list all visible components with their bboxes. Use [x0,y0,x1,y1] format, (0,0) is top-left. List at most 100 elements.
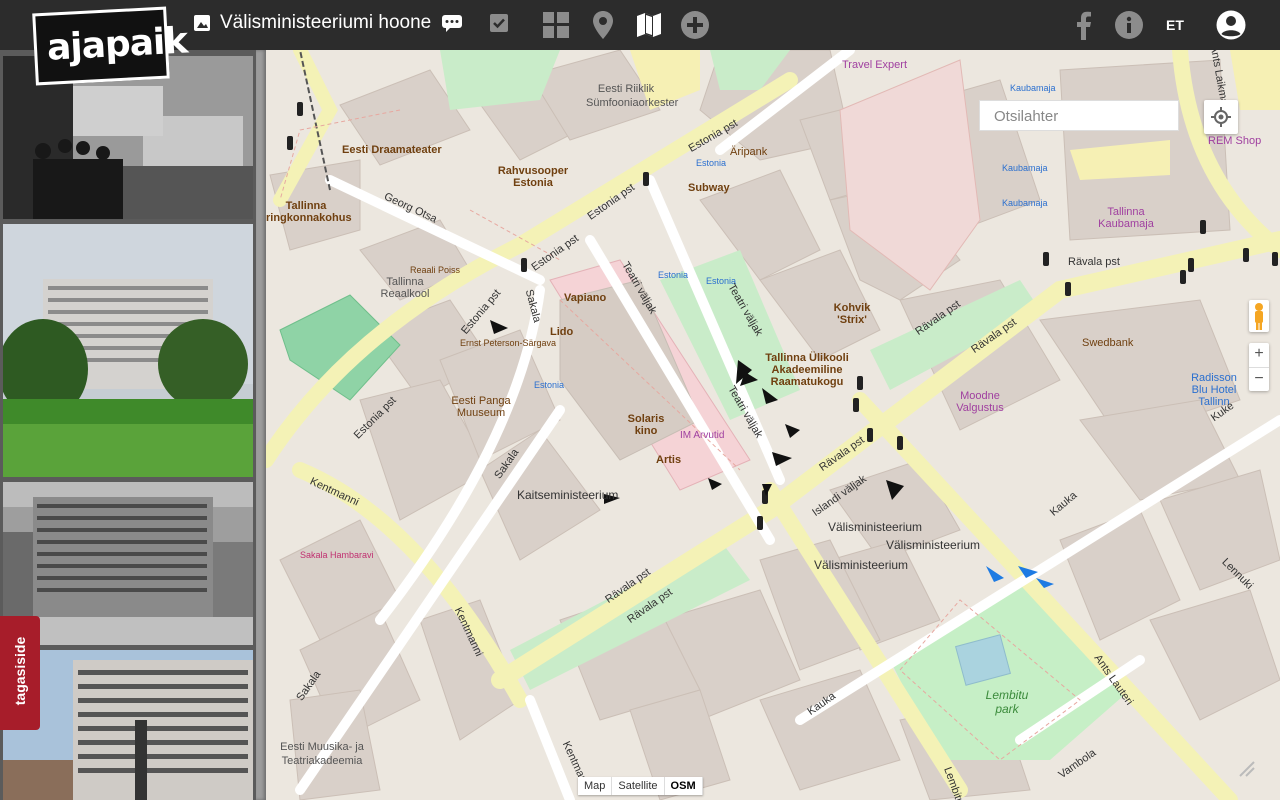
street-label: Estonia pst [351,394,399,442]
zoom-out-button[interactable]: − [1249,368,1269,392]
street-label: Sakala [294,668,324,704]
feedback-tab[interactable]: tagasiside [0,616,40,730]
map-label[interactable]: Tallinna Reaalkool [374,276,436,300]
street-label: Kentmanni [451,605,485,659]
top-bar: Välisministeeriumi hoone ET [0,0,1280,50]
map-pin-icon[interactable] [588,10,618,40]
grid-view-icon[interactable] [541,10,571,40]
street-label: Rävala pst [969,316,1019,356]
pegman-icon [1255,303,1263,330]
ajapaik-logo[interactable]: ajapaik [32,6,188,86]
crosshair-icon [1211,107,1231,127]
street-label: Teatri väljak [725,281,765,339]
map-label[interactable]: Tallinna Kaubamaja [1092,206,1160,230]
map-search-input[interactable] [992,101,1176,132]
map-label[interactable]: Välisministeerium [828,520,922,534]
map[interactable]: Eesti Draamateater Eesti Riiklik Sümfoon… [266,44,1280,800]
map-label[interactable]: Lido [550,326,573,338]
street-label: Islandi väljak [810,473,869,519]
map-label[interactable]: Radisson Blu Hotel Tallinn [1184,372,1244,408]
map-label[interactable]: Kaitseministeerium [517,488,618,502]
photo-thumbnail[interactable] [3,482,253,645]
map-label[interactable]: REM Shop [1208,135,1261,147]
map-label[interactable]: Solaris kino [624,413,668,437]
photo-thumbnail[interactable] [3,650,253,800]
image-icon [194,15,210,31]
street-label: Teatri väljak [619,259,659,317]
map-type-satellite[interactable]: Satellite [612,777,665,795]
map-label[interactable]: Rahvusooper Estonia [492,165,574,189]
map-label[interactable]: Tallinna Ülikooli Akadeemiline Raamatuko… [756,352,858,388]
street-label: Teatri väljak [725,383,765,441]
street-label: Sakala [492,446,522,482]
street-view-pegman[interactable] [1249,300,1269,332]
map-label[interactable]: Subway [688,182,730,194]
map-label[interactable]: Estonia [658,270,688,280]
panel-splitter[interactable] [256,50,266,800]
locate-me-button[interactable] [1204,100,1238,134]
language-switcher[interactable]: ET [1166,17,1184,33]
street-label: Vambola [1056,746,1099,782]
map-label[interactable]: Reaali Poiss [410,265,460,275]
map-icon[interactable] [634,10,664,40]
zoom-in-button[interactable]: + [1249,343,1269,368]
street-label: Estonia pst [585,181,637,223]
map-label[interactable]: Kaubamaja [1010,83,1056,93]
map-label[interactable]: Lembitu park [978,688,1036,716]
map-label[interactable]: Estonia [534,380,564,390]
info-icon[interactable] [1114,10,1144,40]
map-type-control: Map Satellite OSM [578,777,703,795]
app: Eesti Draamateater Eesti Riiklik Sümfoon… [0,0,1280,800]
street-label: Estonia pst [459,287,504,337]
map-label[interactable]: Swedbank [1082,337,1133,349]
feedback-label: tagasiside [12,636,28,706]
map-label[interactable]: Välisministeerium [886,538,980,552]
photo-title-group: Välisministeeriumi hoone [194,12,509,34]
street-label: Rävala pst [625,586,675,626]
street-label: Rävala pst [913,298,963,338]
street-label: Rävala pst [603,566,653,606]
map-label[interactable]: Ernst Peterson-Särgava [460,338,556,348]
map-search-box[interactable] [979,100,1179,132]
photo-thumbnail[interactable] [3,224,253,477]
account-icon[interactable] [1216,10,1246,40]
street-label: Rävala pst [817,434,867,474]
map-label[interactable]: Kaubamaja [1002,198,1048,208]
map-label[interactable]: IM Arvutid [680,430,724,441]
checkbox-icon[interactable] [489,13,509,33]
map-label[interactable]: Kaubamaja [1002,163,1048,173]
facebook-icon[interactable] [1068,10,1098,40]
map-label[interactable]: Kohvik 'Strix' [830,302,874,326]
map-label[interactable]: Moodne Valgustus [952,390,1008,414]
street-label: Lennuki [1219,556,1256,592]
comment-icon[interactable] [441,14,463,32]
street-label: Kauka [805,690,838,718]
map-label[interactable]: Tallinna ringkonnakohus [266,200,352,224]
map-label[interactable]: Eesti Riiklik Sümfooniaorkester [586,82,678,110]
map-label[interactable]: Äripank [730,146,767,158]
zoom-control: + − [1249,343,1269,391]
fullscreen-icon[interactable] [1236,758,1258,780]
map-label[interactable]: Eesti Draamateater [342,144,442,156]
map-label[interactable]: Travel Expert [842,59,907,71]
map-type-osm[interactable]: OSM [665,777,703,795]
street-label: Kauka [1047,489,1080,519]
map-label[interactable]: Vapiano [564,292,606,304]
street-label: Sakala [522,288,543,324]
street-label: Rävala pst [1068,256,1120,268]
map-label[interactable]: Välisministeerium [814,558,908,572]
map-label[interactable]: Artis [656,454,681,466]
add-icon[interactable] [680,10,710,40]
map-label[interactable]: Sakala Hambaravi [300,550,374,560]
street-label: Georg Otsa [382,190,439,226]
street-label: Estonia pst [529,232,581,274]
street-label: Kentmanni [307,475,361,509]
map-type-map[interactable]: Map [578,777,613,795]
map-labels: Eesti Draamateater Eesti Riiklik Sümfoon… [266,44,1280,800]
map-label[interactable]: Estonia [696,158,726,168]
street-label: Lembitu [941,765,966,800]
map-label[interactable]: Eesti Panga Muuseum [446,395,516,419]
street-label: Ants Lauteri [1091,652,1136,708]
map-label[interactable]: Eesti Muusika- ja Teatriakadeemia [270,740,374,768]
logo-text: ajapaik [45,20,189,69]
